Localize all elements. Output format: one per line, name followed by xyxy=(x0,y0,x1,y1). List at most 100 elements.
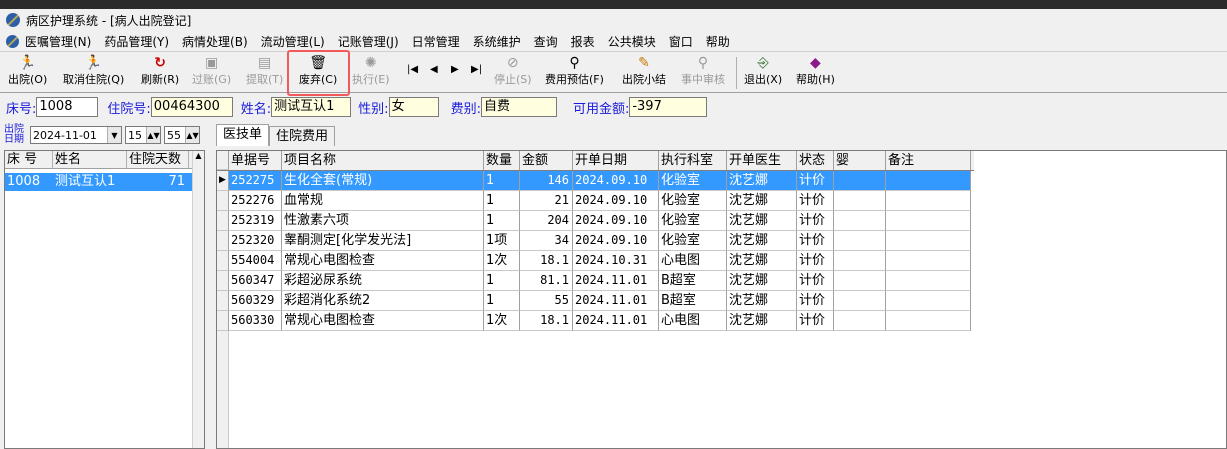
cell-note xyxy=(886,191,971,211)
pen-icon: ✎ xyxy=(638,55,650,71)
table-row[interactable]: 252276 血常规 1 21 2024.09.10 化验室 沈艺娜 计价 xyxy=(217,191,974,211)
menu-daily[interactable]: 日常管理 xyxy=(412,33,460,50)
col-date[interactable]: 开单日期 xyxy=(573,151,659,170)
patient-list-scrollbar[interactable]: ▲ xyxy=(192,151,204,448)
menu-bar: 医嘱管理(N) 药品管理(Y) 病情处理(B) 流动管理(L) 记账管理(J) … xyxy=(0,31,1227,51)
hour-spinner[interactable]: 15 ▲▼ xyxy=(125,126,161,144)
cell-baby xyxy=(834,271,886,291)
row-indicator xyxy=(217,251,229,271)
cell-dept: 化验室 xyxy=(659,231,727,251)
last-icon: ▶| xyxy=(471,64,483,75)
discharge-summary-button[interactable]: ✎ 出院小结 xyxy=(622,54,666,92)
transfer-button[interactable]: ▣ 过账(G) xyxy=(192,54,231,92)
col-amount[interactable]: 金额 xyxy=(520,151,573,170)
table-row[interactable]: 560330 常规心电图检查 1次 18.1 2024.11.01 心电图 沈艺娜 计价 xyxy=(217,311,974,331)
menu-flow[interactable]: 流动管理(L) xyxy=(261,33,325,50)
table-row[interactable]: 560329 彩超消化系统2 1 55 2024.11.01 B超室 沈艺娜 计价 xyxy=(217,291,974,311)
cell-dept: 心电图 xyxy=(659,311,727,331)
menu-query[interactable]: 查询 xyxy=(534,33,558,50)
menu-window[interactable]: 窗口 xyxy=(669,33,693,50)
bed-field[interactable]: 1008 xyxy=(36,97,99,117)
cell-date: 2024.10.31 xyxy=(573,251,659,271)
chevron-down-icon[interactable]: ▼ xyxy=(107,127,121,143)
cell-item: 彩超泌尿系统 xyxy=(282,271,484,291)
cell-amount: 146 xyxy=(520,171,573,191)
fee-field[interactable]: 自费 xyxy=(480,97,557,117)
execute-button[interactable]: ✺ 执行(E) xyxy=(352,54,390,92)
menu-help[interactable]: 帮助 xyxy=(706,33,730,50)
app-menu-icon[interactable] xyxy=(6,34,19,48)
review-button[interactable]: ⚲ 事中审核 xyxy=(681,54,725,92)
discharge-date-picker[interactable]: 2024-11-01 ▼ xyxy=(30,126,122,144)
table-row[interactable]: 252320 睾酮测定[化学发光法] 1项 34 2024.09.10 化验室 沈艺娜 计价 xyxy=(217,231,974,251)
table-row[interactable]: ▶ 252275 生化全套(常规) 1 146 2024.09.10 化验室 沈艺娜 计价 xyxy=(217,171,974,191)
exit-button[interactable]: ⎆ 退出(X) xyxy=(744,54,782,92)
cell-qty: 1次 xyxy=(484,251,520,271)
table-row[interactable]: 554004 常规心电图检查 1次 18.1 2024.10.31 心电图 沈艺娜 计价 xyxy=(217,251,974,271)
menu-accounting[interactable]: 记账管理(J) xyxy=(338,33,399,50)
table-row[interactable]: 560347 彩超泌尿系统 1 81.1 2024.11.01 B超室 沈艺娜 计价 xyxy=(217,271,974,291)
cell-doctor: 沈艺娜 xyxy=(727,191,797,211)
minute-spinner[interactable]: 55 ▲▼ xyxy=(164,126,200,144)
name-field[interactable]: 测试互认1 xyxy=(271,97,352,117)
col-bed[interactable]: 床 号 xyxy=(5,151,53,168)
cell-note xyxy=(886,291,971,311)
menu-common[interactable]: 公共模块 xyxy=(608,33,656,50)
balance-label: 可用金额: xyxy=(572,101,630,117)
col-days[interactable]: 住院天数 xyxy=(127,151,189,168)
col-baby[interactable]: 婴 xyxy=(834,151,886,170)
fee-label: 费别: xyxy=(450,101,481,117)
col-name[interactable]: 姓名 xyxy=(53,151,127,168)
cancel-discharge-button[interactable]: 🏃 取消住院(Q) xyxy=(63,54,124,92)
refresh-icon: ↻ xyxy=(154,55,166,71)
menu-orders[interactable]: 医嘱管理(N) xyxy=(25,33,91,50)
cell-id: 554004 xyxy=(229,251,282,271)
cell-id: 560329 xyxy=(229,291,282,311)
row-indicator xyxy=(217,311,229,331)
help-button[interactable]: ◆ 帮助(H) xyxy=(796,54,835,92)
stop-button[interactable]: ⊘ 停止(S) xyxy=(494,54,532,92)
tab-inpatient-cost[interactable]: 住院费用 xyxy=(269,126,336,146)
cell-qty: 1 xyxy=(484,191,520,211)
menu-reports[interactable]: 报表 xyxy=(571,33,595,50)
discard-highlight-box xyxy=(287,50,350,96)
admission-field[interactable]: 00464300 xyxy=(150,97,233,117)
cell-dept: B超室 xyxy=(659,271,727,291)
cell-item: 常规心电图检查 xyxy=(282,311,484,331)
col-status[interactable]: 状态 xyxy=(797,151,834,170)
menu-drugs[interactable]: 药品管理(Y) xyxy=(104,33,169,50)
cost-estimate-button[interactable]: ⚲ 费用预估(F) xyxy=(545,54,604,92)
refresh-button[interactable]: ↻ 刷新(R) xyxy=(141,54,179,92)
col-note[interactable]: 备注 xyxy=(886,151,971,170)
pick-button[interactable]: ▤ 提取(T) xyxy=(246,54,283,92)
patient-row[interactable]: 1008 测试互认1 71 xyxy=(5,173,204,191)
spinner-arrows-icon[interactable]: ▲▼ xyxy=(146,127,160,143)
menu-condition[interactable]: 病情处理(B) xyxy=(182,33,248,50)
grid-row-indicator-column xyxy=(217,331,229,448)
table-row[interactable]: 252319 性激素六项 1 204 2024.09.10 化验室 沈艺娜 计价 xyxy=(217,211,974,231)
col-dept[interactable]: 执行科室 xyxy=(659,151,727,170)
cell-date: 2024.11.01 xyxy=(573,291,659,311)
cell-id: 560330 xyxy=(229,311,282,331)
col-item[interactable]: 项目名称 xyxy=(282,151,484,170)
patient-list-header: 床 号 姓名 住院天数 xyxy=(5,151,204,169)
cell-status: 计价 xyxy=(797,171,834,191)
menu-system[interactable]: 系统维护 xyxy=(473,33,521,50)
spinner-arrows-icon[interactable]: ▲▼ xyxy=(185,127,199,143)
discharge-button[interactable]: 🏃 出院(O) xyxy=(8,54,47,92)
balance-field[interactable]: -397 xyxy=(629,97,708,117)
col-doctor[interactable]: 开单医生 xyxy=(727,151,797,170)
col-qty[interactable]: 数量 xyxy=(484,151,520,170)
col-id[interactable]: 单据号 xyxy=(229,151,282,170)
cell-status: 计价 xyxy=(797,291,834,311)
tab-medical-tech[interactable]: 医技单 xyxy=(216,124,270,146)
grid-body: ▶ 252275 生化全套(常规) 1 146 2024.09.10 化验室 沈艺娜 计价 252… xyxy=(217,171,974,331)
patient-info-bar: 床号: 1008 住院号: 00464300 姓名: 测试互认1 性别: 女 费… xyxy=(0,94,1227,120)
os-top-strip xyxy=(0,0,1227,9)
first-icon: |◀ xyxy=(407,64,419,75)
sex-field[interactable]: 女 xyxy=(388,97,439,117)
exit-door-icon: ⎆ xyxy=(757,55,769,71)
cell-item: 睾酮测定[化学发光法] xyxy=(282,231,484,251)
cell-baby xyxy=(834,171,886,191)
cell-qty: 1 xyxy=(484,211,520,231)
